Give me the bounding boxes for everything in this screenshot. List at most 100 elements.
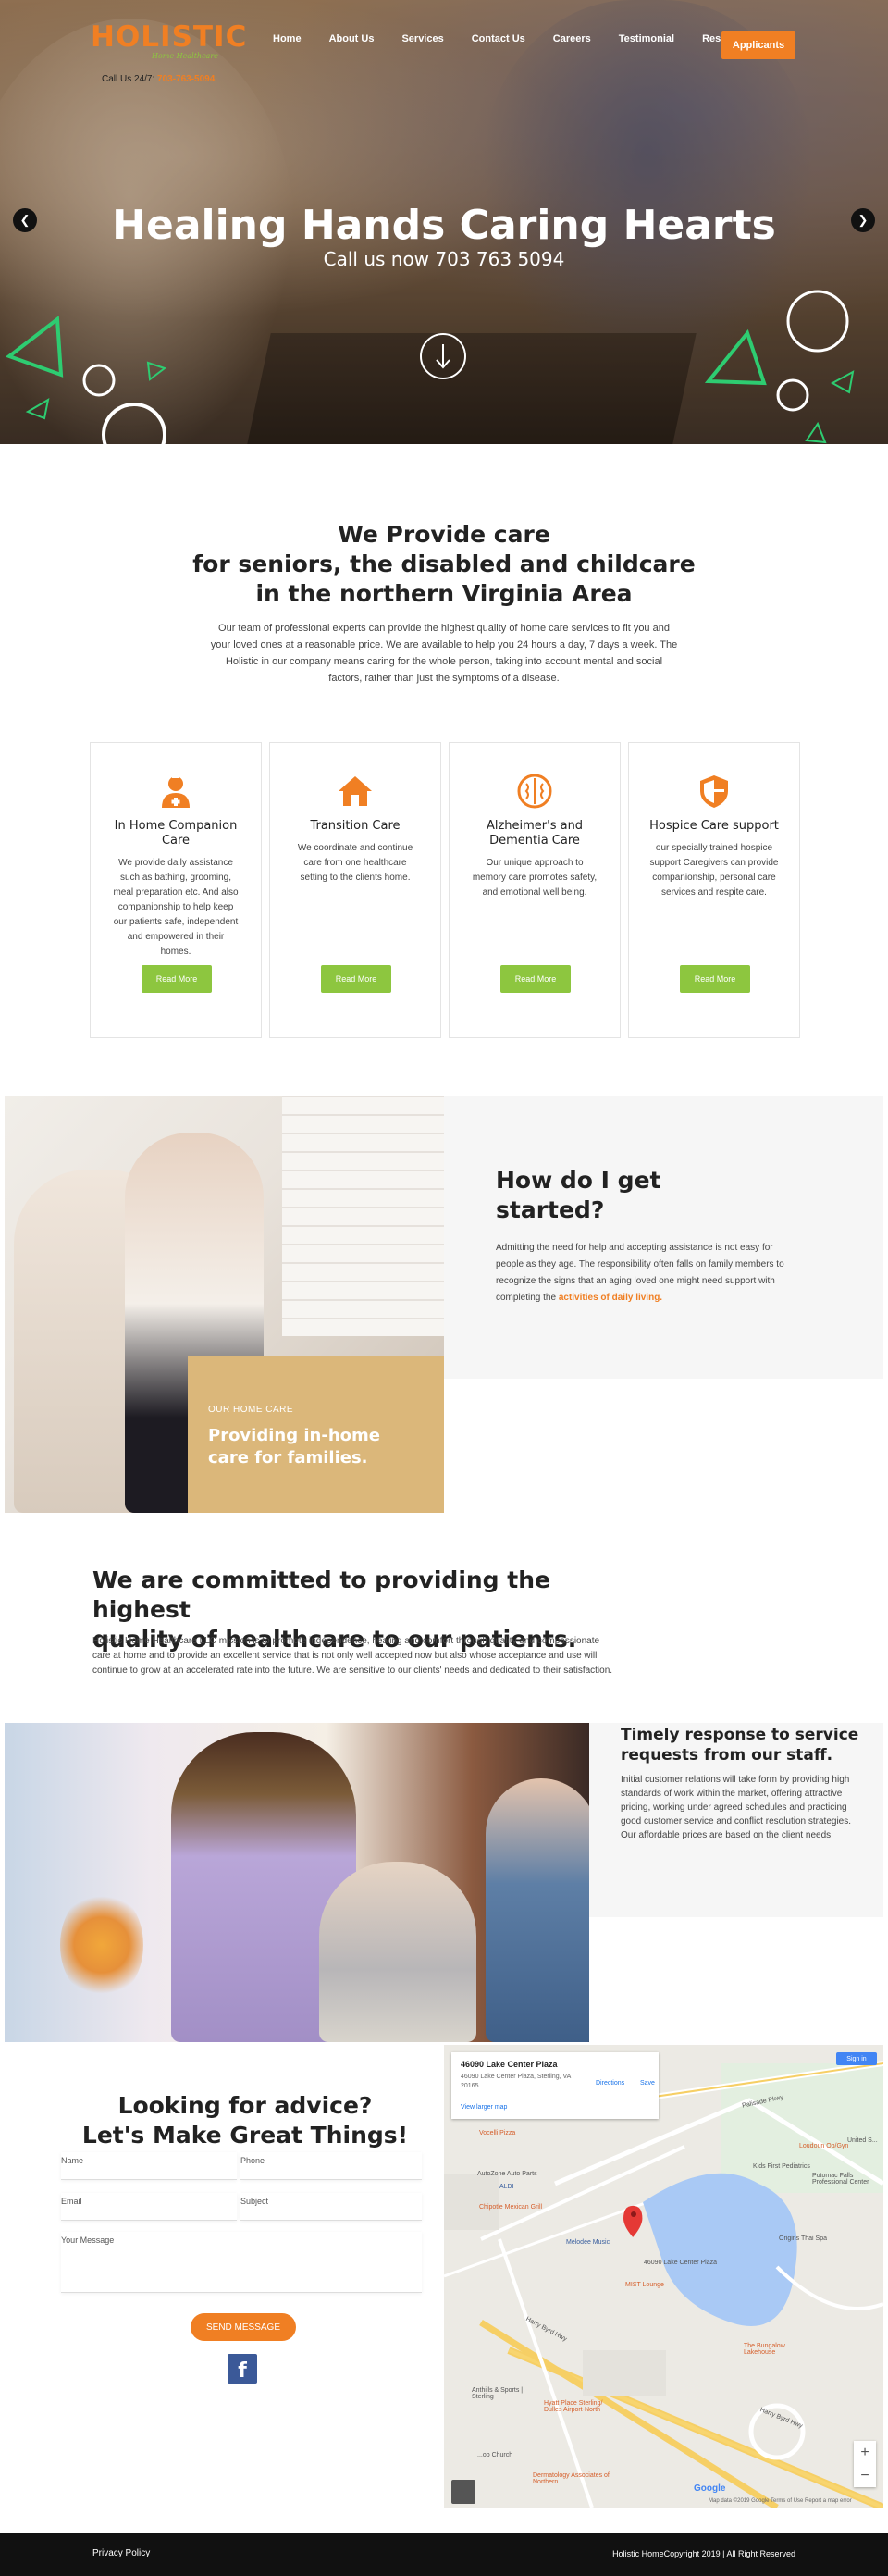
map-poi-label: Origins Thai Spa	[779, 2235, 828, 2242]
map-poi-label: Melodee Music	[566, 2239, 610, 2246]
map-poi-label: Hyatt Place Sterling/ Dulles Airport-Nor…	[544, 2400, 603, 2413]
nav-testimonial[interactable]: Testimonial	[605, 33, 688, 44]
daily-living-link[interactable]: activities of daily living.	[559, 1293, 662, 1303]
service-text: our specially trained hospice support Ca…	[649, 843, 779, 898]
name-field[interactable]: Name	[61, 2152, 237, 2180]
service-card: Transition Care We coordinate and contin…	[269, 742, 441, 1038]
service-title: In Home Companion Care	[114, 819, 238, 848]
map-poi-label: United S...	[847, 2137, 878, 2144]
zoom-in-button[interactable]: +	[854, 2441, 876, 2464]
email-field[interactable]: Email	[61, 2193, 237, 2221]
contact-heading: Looking for advice? Let's Make Great Thi…	[56, 2091, 435, 2150]
home-care-heading-line: Providing in-home	[208, 1426, 380, 1445]
committed-heading-line: We are committed to providing the highes…	[92, 1567, 550, 1623]
copyright-text: Holistic HomeCopyright 2019 | All Right …	[612, 2549, 796, 2558]
arrow-down-icon	[436, 344, 450, 369]
provide-heading-line: We Provide care	[338, 521, 550, 548]
timely-heading-line: requests from our staff.	[621, 1746, 833, 1765]
map-attribution: Map data ©2019 Google Terms of Use Repor…	[709, 2498, 852, 2504]
header-phone-number[interactable]: 703-763-5094	[157, 74, 215, 84]
logo[interactable]: HOLISTIC Home Healthcare	[91, 20, 248, 67]
service-text: We coordinate and continue care from one…	[297, 843, 413, 883]
photo-senior-woman	[319, 1862, 476, 2042]
contact-heading-line: Let's Make Great Things!	[81, 2122, 409, 2149]
map-place-card: 46090 Lake Center Plaza 46090 Lake Cente…	[451, 2052, 659, 2119]
get-started-panel: How do I get started? Admitting the need…	[444, 1096, 883, 1379]
get-started-text: Admitting the need for help and acceptin…	[496, 1240, 801, 1307]
hero-title: Healing Hands Caring Hearts	[112, 202, 776, 249]
hero-subtitle: Call us now 703 763 5094	[323, 248, 565, 270]
map-poi-label: Kids First Pediatrics	[753, 2163, 810, 2170]
provide-intro: Our team of professional experts can pro…	[210, 623, 678, 684]
subject-placeholder: Subject	[240, 2197, 269, 2206]
hero-slider: HOLISTIC Home Healthcare Call Us 24/7: 7…	[0, 0, 888, 444]
shield-icon	[696, 773, 733, 810]
logo-tagline: Home Healthcare	[152, 52, 218, 60]
timely-heading: Timely response to service requests from…	[621, 1725, 870, 1765]
facebook-icon[interactable]: f	[228, 2354, 257, 2384]
service-text: Our unique approach to memory care promo…	[472, 858, 598, 898]
map-sign-in-button[interactable]: Sign in	[836, 2052, 877, 2065]
photo-flowers	[60, 1889, 143, 2000]
read-more-button[interactable]: Read More	[321, 965, 391, 993]
service-card: Hospice Care support our specially train…	[628, 742, 800, 1038]
photo-senior-man	[486, 1778, 589, 2042]
laughing-patients-photo	[5, 1723, 589, 2042]
nav-careers[interactable]: Careers	[539, 33, 605, 44]
page: HOLISTIC Home Healthcare Call Us 24/7: 7…	[0, 0, 888, 2576]
provide-heading: We Provide care for seniors, the disable…	[0, 520, 888, 609]
google-map[interactable]: 46090 Lake Center Plaza 46090 Lake Cente…	[444, 2045, 883, 2508]
header-phone: Call Us 24/7: 703-763-5094	[102, 74, 215, 84]
directions-link[interactable]: Directions	[596, 2080, 624, 2087]
brain-icon	[516, 773, 553, 810]
message-placeholder: Your Message	[61, 2235, 115, 2245]
subject-field[interactable]: Subject	[240, 2193, 422, 2221]
get-started-heading-line: How do I get	[496, 1167, 661, 1194]
view-larger-map-link[interactable]: View larger map	[461, 2104, 507, 2111]
photo-background-wall	[282, 1096, 444, 1336]
map-poi-label: Loudoun Ob/Gyn	[799, 2143, 849, 2149]
map-poi-label: Anthills & Sports | Sterling	[472, 2387, 524, 2400]
get-started-heading: How do I get started?	[496, 1166, 660, 1225]
map-zoom-controls: + −	[854, 2441, 876, 2487]
home-icon	[337, 773, 374, 810]
privacy-policy-link[interactable]: Privacy Policy	[92, 2548, 150, 2558]
map-poi-label: Vocelli Pizza	[479, 2130, 516, 2136]
home-care-heading: Providing in-home care for families.	[208, 1425, 380, 1469]
nav-contact-us[interactable]: Contact Us	[458, 33, 539, 44]
email-placeholder: Email	[61, 2197, 82, 2206]
phone-field[interactable]: Phone	[240, 2152, 422, 2180]
save-link[interactable]: Save	[640, 2080, 655, 2087]
read-more-button[interactable]: Read More	[500, 965, 571, 993]
service-title: Hospice Care support	[649, 819, 779, 833]
message-field[interactable]: Your Message	[61, 2232, 422, 2293]
nurse-icon	[157, 773, 194, 810]
map-poi-label: ALDI	[500, 2184, 514, 2190]
committed-text: Holistic Home Healthcare LLC mission is …	[92, 1636, 613, 1676]
google-logo: Google	[694, 2483, 726, 2494]
applicants-button[interactable]: Applicants	[722, 31, 796, 59]
map-place-name: 46090 Lake Center Plaza	[461, 2060, 558, 2069]
service-card: Alzheimer's and Dementia Care Our unique…	[449, 742, 621, 1038]
nav-home[interactable]: Home	[259, 33, 315, 44]
get-started-heading-line: started?	[496, 1196, 605, 1223]
service-title: Transition Care	[310, 819, 401, 833]
footer: Privacy Policy Holistic HomeCopyright 20…	[0, 2533, 888, 2576]
street-view-icon[interactable]	[451, 2480, 475, 2504]
send-message-button[interactable]: SEND MESSAGE	[191, 2313, 296, 2341]
nav-about-us[interactable]: About Us	[315, 33, 388, 44]
scroll-down-button[interactable]	[420, 333, 466, 379]
nav-services[interactable]: Services	[388, 33, 457, 44]
read-more-button[interactable]: Read More	[680, 965, 750, 993]
main-nav: Home About Us Services Contact Us Career…	[259, 33, 762, 44]
zoom-out-button[interactable]: −	[854, 2464, 876, 2487]
map-poi-label: Dermatology Associates of Northern...	[533, 2472, 610, 2485]
read-more-button[interactable]: Read More	[142, 965, 212, 993]
map-poi-label: The Bungalow Lakehouse	[744, 2343, 785, 2356]
timely-heading-line: Timely response to service	[621, 1726, 859, 1744]
map-place-address: 46090 Lake Center Plaza, Sterling, VA 20…	[461, 2074, 571, 2089]
provide-heading-line: in the northern Virginia Area	[255, 580, 633, 607]
logo-wordmark: HOLISTIC	[91, 20, 248, 54]
service-card: In Home Companion Care We provide daily …	[90, 742, 262, 1038]
map-poi-label: Chipotle Mexican Grill	[479, 2204, 543, 2211]
